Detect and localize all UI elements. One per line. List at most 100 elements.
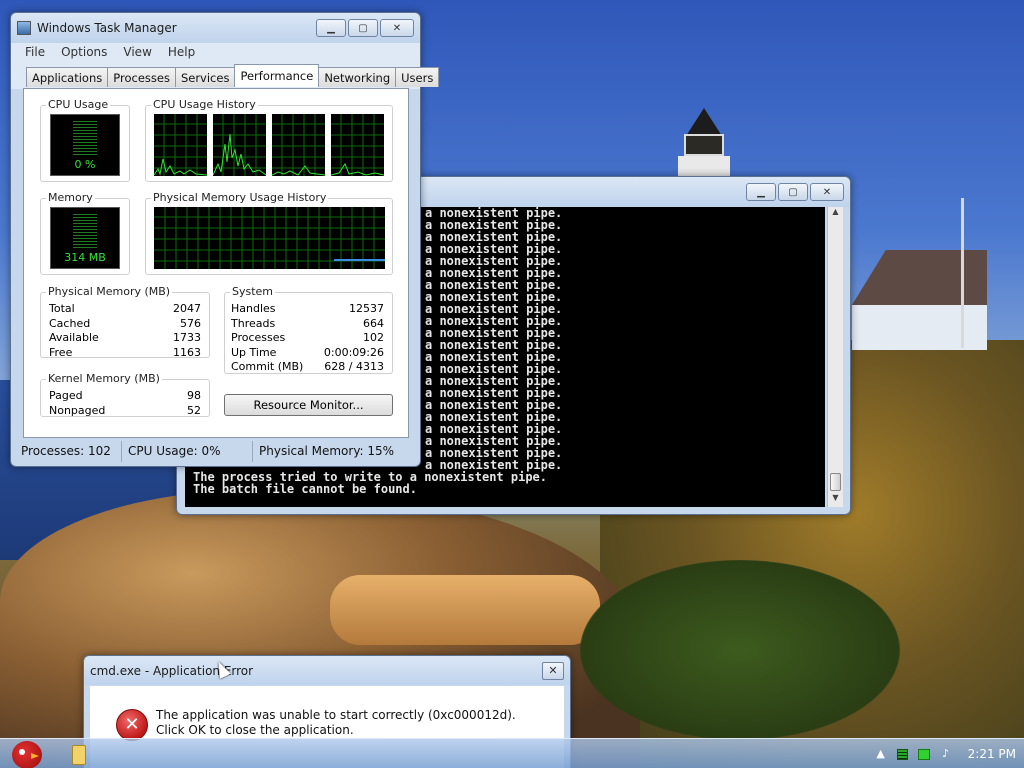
list-item: Available 1733	[49, 331, 201, 346]
close-icon: ✕	[822, 186, 832, 198]
system-label: System	[230, 285, 276, 298]
scroll-up-icon[interactable]: ▲	[828, 207, 843, 221]
minimize-button[interactable]: ▁	[746, 183, 776, 201]
error-dialog-titlebar[interactable]: cmd.exe - Application Error ✕	[84, 656, 570, 685]
stat-value: 628 / 4313	[324, 360, 384, 373]
status-processes: Processes: 102	[15, 441, 122, 462]
start-button[interactable]	[4, 739, 50, 768]
close-button[interactable]: ✕	[380, 19, 414, 37]
stat-label: Processes	[231, 331, 286, 344]
stat-value: 664	[363, 316, 384, 330]
memory-meter: 314 MB	[50, 207, 120, 269]
list-item: Total 2047	[49, 302, 201, 317]
list-item: Handles 12537	[231, 302, 384, 317]
cpu-usage-group: CPU Usage 0 %	[40, 98, 130, 182]
kernel-memory-group: Kernel Memory (MB) Paged 98 Nonpaged 52	[40, 372, 210, 419]
physical-memory-list: Total 2047 Cached 576 Available 1733 Free 11…	[49, 302, 201, 360]
menu-help[interactable]: Help	[168, 45, 195, 61]
wallpaper-flagpole	[961, 198, 964, 348]
status-bar: Processes: 102 CPU Usage: 0% Physical Me…	[15, 441, 416, 462]
stat-value: 102	[363, 331, 384, 344]
close-button[interactable]: ✕	[542, 661, 564, 680]
list-item: Nonpaged 52	[49, 404, 201, 419]
maximize-button[interactable]: ▢	[348, 19, 378, 37]
taskbar-app-icon[interactable]	[72, 745, 86, 765]
stat-value: 1163	[173, 345, 201, 359]
performance-panel: CPU Usage 0 % CPU Usage History Memory 3…	[23, 88, 409, 438]
tab-processes[interactable]: Processes	[107, 67, 176, 87]
cpu-history-graph-core-1	[154, 114, 207, 176]
wallpaper-bush	[580, 560, 900, 740]
close-icon: ✕	[392, 22, 402, 34]
list-item: Paged 98	[49, 389, 201, 404]
stat-label: Nonpaged	[49, 403, 106, 417]
system-tray: ▲ ♪ 2:21 PM	[875, 739, 1016, 768]
bird-eye-icon	[19, 749, 25, 755]
cpu-meter-bars	[73, 121, 97, 155]
wallpaper-lighthouse	[678, 108, 730, 178]
resource-monitor-button[interactable]: Resource Monitor...	[224, 394, 393, 416]
scroll-down-icon[interactable]: ▼	[828, 493, 843, 507]
tab-performance[interactable]: Performance	[234, 64, 320, 87]
memory-history-graph	[154, 207, 385, 269]
wallpaper-house	[852, 250, 987, 350]
task-manager-window[interactable]: Windows Task Manager ▁ ▢ ✕ File Options …	[10, 12, 440, 467]
maximize-icon: ▢	[788, 186, 798, 198]
cpu-usage-label: CPU Usage	[46, 98, 111, 111]
list-item: Processes 102	[231, 331, 384, 346]
stat-value: 12537	[349, 302, 384, 315]
memory-history-group: Physical Memory Usage History	[145, 191, 393, 275]
volume-icon[interactable]: ♪	[940, 748, 952, 760]
cpu-graph-2	[213, 114, 266, 176]
close-button[interactable]: ✕	[810, 183, 844, 201]
angry-bird-icon	[12, 741, 42, 768]
task-manager-window-controls: ▁ ▢ ✕	[316, 19, 414, 37]
maximize-button[interactable]: ▢	[778, 183, 808, 201]
error-message: The application was unable to start corr…	[156, 708, 516, 737]
network-tray-icon[interactable]	[917, 748, 930, 760]
tab-applications[interactable]: Applications	[26, 67, 109, 87]
list-item: Commit (MB) 628 / 4313	[231, 360, 384, 375]
memory-group: Memory 314 MB	[40, 191, 130, 275]
menu-bar: File Options View Help	[11, 43, 420, 63]
console-window-controls: ▁ ▢ ✕	[746, 183, 844, 201]
physical-memory-group: Physical Memory (MB) Total 2047 Cached 576…	[40, 285, 210, 360]
minimize-button[interactable]: ▁	[316, 19, 346, 37]
task-manager-title: Windows Task Manager	[37, 21, 177, 35]
close-icon: ✕	[548, 664, 558, 677]
memory-graph	[154, 207, 385, 269]
tab-services[interactable]: Services	[174, 67, 236, 87]
taskbar: ▲ ♪ 2:21 PM	[0, 738, 1024, 768]
cpu-graph-1	[154, 114, 207, 176]
memory-meter-bars	[73, 214, 97, 248]
menu-view[interactable]: View	[123, 45, 151, 61]
house-wall	[852, 305, 987, 350]
stat-label: Total	[49, 302, 75, 315]
console-scrollbar[interactable]: ▲ ▼	[827, 207, 843, 507]
task-manager-titlebar[interactable]: Windows Task Manager ▁ ▢ ✕	[11, 13, 420, 43]
cpu-history-graph-core-4	[331, 114, 384, 176]
memory-label: Memory	[46, 191, 95, 204]
clock[interactable]: 2:21 PM	[968, 747, 1016, 761]
lighthouse-base	[678, 156, 730, 176]
lighthouse-lamp	[684, 134, 724, 156]
maximize-icon: ▢	[358, 22, 368, 34]
stat-label: Paged	[49, 389, 83, 402]
menu-file[interactable]: File	[25, 45, 45, 61]
status-memory: Physical Memory: 15%	[259, 444, 395, 458]
stat-label: Free	[49, 345, 73, 359]
menu-options[interactable]: Options	[61, 45, 107, 61]
stat-value: 1733	[173, 331, 201, 344]
error-dialog-controls: ✕	[542, 661, 564, 680]
system-group: System Handles 12537 Threads 664 Processes…	[224, 285, 393, 375]
error-icon: ✕	[116, 709, 148, 741]
tab-networking[interactable]: Networking	[318, 67, 397, 87]
show-hidden-icons-icon[interactable]: ▲	[875, 748, 887, 760]
scroll-thumb[interactable]	[830, 473, 841, 491]
stat-value: 576	[180, 316, 201, 330]
task-manager-tray-icon[interactable]	[896, 748, 908, 760]
cpu-history-label: CPU Usage History	[151, 98, 258, 111]
stat-value: 0:00:09:26	[323, 345, 384, 359]
tab-users[interactable]: Users	[395, 67, 440, 87]
cpu-graph-3	[272, 114, 325, 176]
